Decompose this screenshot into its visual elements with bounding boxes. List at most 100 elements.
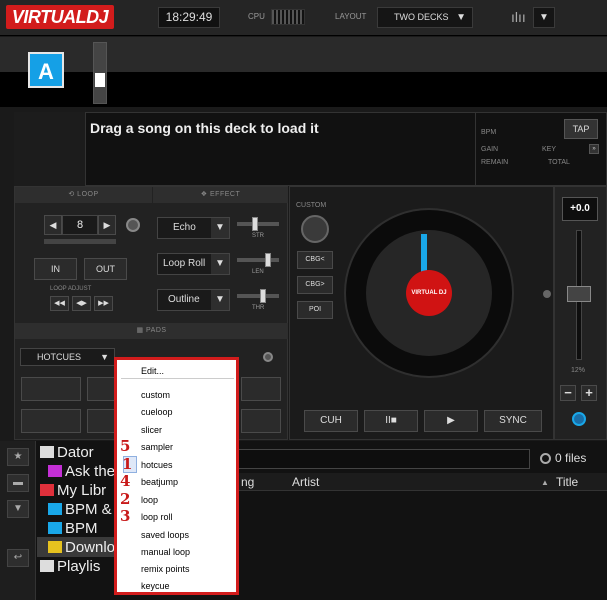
tap-button[interactable]: TAP <box>564 119 598 139</box>
mini-volume-slider[interactable] <box>93 42 107 104</box>
loop-adjust-move-button[interactable]: ◀▶ <box>72 296 91 311</box>
menu-item-sampler[interactable]: sampler <box>141 442 173 452</box>
menu-item-beatjump[interactable]: beatjump <box>141 477 178 487</box>
pads-param-knob[interactable] <box>263 352 273 362</box>
effect-3-slider[interactable] <box>237 294 279 298</box>
folder-item-dator[interactable]: Dator <box>40 444 94 461</box>
menu-item-saved-loops[interactable]: saved loops <box>141 530 189 540</box>
pitch-minus-button[interactable]: − <box>560 385 576 401</box>
column-header-song[interactable]: ng <box>241 475 254 489</box>
effect-select-1[interactable]: Echo ▼ <box>157 217 230 239</box>
folder-item-ask-the-dj[interactable]: Ask the <box>48 463 115 480</box>
effect-2-name: Loop Roll <box>163 258 206 269</box>
effect-1-slider-knob[interactable] <box>252 217 258 231</box>
cue-button[interactable]: CUH <box>304 410 358 432</box>
pad-1[interactable] <box>21 377 81 401</box>
audio-waveform-icon[interactable]: ılıı <box>511 9 531 25</box>
effect-1-slider[interactable] <box>237 222 279 226</box>
pads-mode-select[interactable]: HOTCUES ▼ <box>20 348 115 366</box>
back-icon[interactable]: ↩ <box>7 549 29 567</box>
folder-item-playlists[interactable]: Playlis <box>40 558 100 575</box>
loop-decrease-button[interactable]: ◀ <box>44 215 62 235</box>
expand-icon[interactable]: » <box>589 144 599 154</box>
effect-1-slider-label: STR <box>252 233 264 239</box>
filter-icon[interactable]: ▼ <box>7 500 29 518</box>
chevron-down-icon: ▼ <box>456 12 466 23</box>
pad-8[interactable] <box>241 409 281 433</box>
loop-out-button[interactable]: OUT <box>84 258 127 280</box>
pad-5[interactable] <box>21 409 81 433</box>
audio-menu-button[interactable]: ▼ <box>533 7 555 28</box>
folder-item-bpm-and[interactable]: BPM & <box>48 501 112 518</box>
menu-item-manual-loop[interactable]: manual loop <box>141 547 190 557</box>
effect-2-slider-label: LEN <box>252 269 264 275</box>
folder-item-bpm[interactable]: BPM <box>48 520 98 537</box>
custom-button-3[interactable]: POI <box>297 301 333 319</box>
loop-increase-button[interactable]: ▶ <box>98 215 116 235</box>
effect-icon: ❖ <box>200 191 210 198</box>
effect-3-slider-label: THR <box>252 305 265 311</box>
star-icon[interactable]: ★ <box>7 448 29 466</box>
jog-position-marker <box>421 234 427 274</box>
column-header-artist[interactable]: Artist <box>292 475 319 489</box>
chevron-down-icon: ▼ <box>211 218 229 238</box>
loop-adjust-right-button[interactable]: ▶▶ <box>94 296 113 311</box>
annotation-number-1: 1 <box>122 455 133 473</box>
custom-button-1[interactable]: CBG< <box>297 251 333 269</box>
deck-letter-badge[interactable]: A <box>28 52 64 88</box>
pad-2[interactable] <box>87 377 115 401</box>
custom-knob[interactable] <box>301 215 329 243</box>
pitch-plus-button[interactable]: + <box>581 385 597 401</box>
loop-adjust-left-button[interactable]: ◀◀ <box>50 296 69 311</box>
cover-art <box>14 112 86 186</box>
pitch-center-icon[interactable] <box>543 290 551 298</box>
effect-select-3[interactable]: Outline ▼ <box>157 289 230 311</box>
library-icon <box>40 484 54 496</box>
play-button[interactable]: ▶ <box>424 410 478 432</box>
menu-item-remix-points[interactable]: remix points <box>141 564 190 574</box>
menu-item-loop-roll[interactable]: loop roll <box>141 512 173 522</box>
loop-header: ⟲ LOOP <box>15 187 152 203</box>
effect-select-2[interactable]: Loop Roll ▼ <box>157 253 230 275</box>
custom-button-2[interactable]: CBG> <box>297 276 333 294</box>
pitch-range-label: 12% <box>571 367 586 374</box>
menu-item-custom[interactable]: custom <box>141 390 170 400</box>
folder-item-my-library[interactable]: My Libr <box>40 482 106 499</box>
folder-item-downloads[interactable]: Downlo <box>48 539 115 556</box>
load-message: Drag a song on this deck to load it <box>90 120 319 136</box>
cpu-label: CPU <box>248 12 265 21</box>
pads-mode-menu: Edit... custom cueloop slicer sampler ho… <box>114 357 239 595</box>
folder-label: BPM <box>65 520 98 537</box>
folder-label: BPM & <box>65 501 112 518</box>
layout-select[interactable]: TWO DECKS ▼ <box>377 7 473 28</box>
column-header-title[interactable]: Title <box>556 475 578 489</box>
search-input[interactable] <box>238 449 530 469</box>
loop-in-button[interactable]: IN <box>34 258 77 280</box>
cpu-meter <box>271 9 305 25</box>
sync-button[interactable]: SYNC <box>484 410 542 432</box>
filter-folder-icon <box>48 503 62 515</box>
effect-2-slider[interactable] <box>237 258 279 262</box>
folder-icon[interactable]: ▬ <box>7 474 29 492</box>
pads-header: ▦ PADS <box>15 323 288 339</box>
effect-2-slider-knob[interactable] <box>265 253 271 267</box>
layout-value: TWO DECKS <box>394 12 449 22</box>
effect-3-slider-knob[interactable] <box>260 289 266 303</box>
pitch-slider-knob[interactable] <box>567 286 591 302</box>
menu-item-keycue[interactable]: keycue <box>141 581 170 591</box>
loop-knob-icon[interactable] <box>126 218 140 232</box>
menu-item-hotcues[interactable]: hotcues <box>141 460 173 470</box>
waveform-area[interactable] <box>0 72 607 107</box>
pad-4[interactable] <box>241 377 281 401</box>
menu-item-loop[interactable]: loop <box>141 495 158 505</box>
slider-knob[interactable] <box>95 73 105 87</box>
pad-6[interactable] <box>87 409 115 433</box>
star-folder-icon <box>48 541 62 553</box>
menu-item-edit[interactable]: Edit... <box>141 366 164 376</box>
sort-arrow-icon[interactable]: ▲ <box>541 478 549 487</box>
play-pause-button[interactable]: II■ <box>364 410 418 432</box>
keylock-icon[interactable] <box>572 412 586 426</box>
menu-item-cueloop[interactable]: cueloop <box>141 407 173 417</box>
menu-item-slicer[interactable]: slicer <box>141 425 162 435</box>
pads-icon: ▦ <box>136 327 146 334</box>
